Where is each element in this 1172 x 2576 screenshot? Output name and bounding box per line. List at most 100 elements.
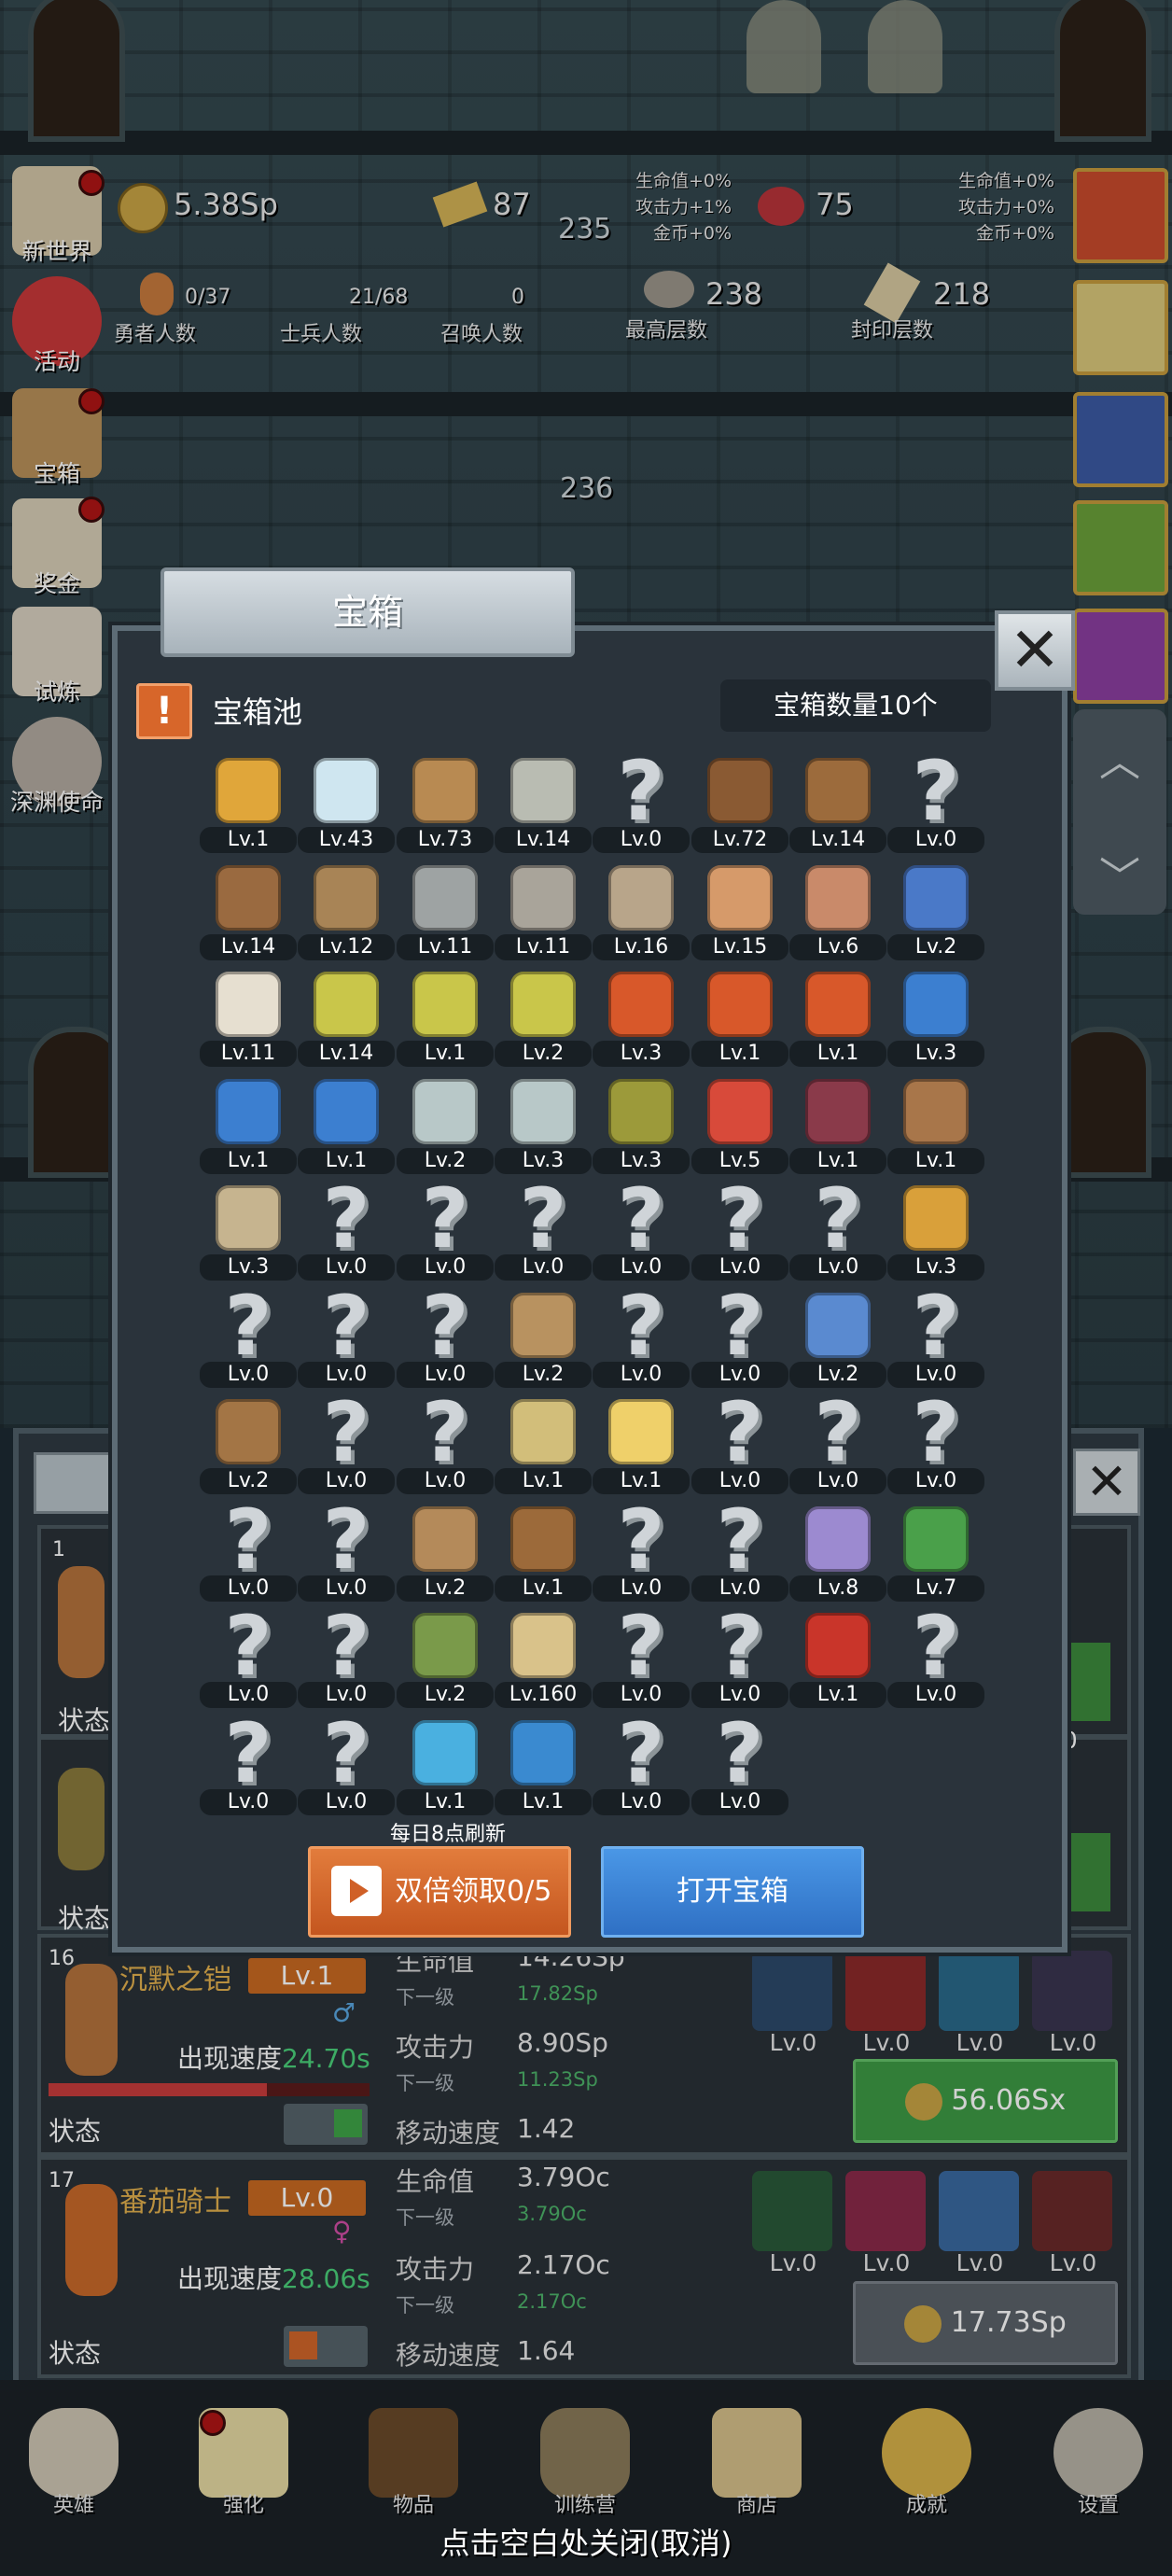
chest-item-unknown[interactable]: ? Lv.0 xyxy=(593,1499,690,1607)
chest-item-great-helm[interactable]: Lv.16 xyxy=(593,860,690,966)
item-level: Lv.0 xyxy=(200,1362,297,1388)
crystal-ball-icon xyxy=(412,1720,478,1785)
item-level: Lv.14 xyxy=(298,1041,395,1067)
double-claim-button[interactable]: 双倍领取0/5 xyxy=(308,1846,571,1938)
empty-bottle-icon xyxy=(510,1079,576,1144)
chest-item-flour[interactable]: Lv.11 xyxy=(200,966,297,1072)
item-level: Lv.15 xyxy=(691,934,788,960)
chest-item-unknown[interactable]: ? Lv.0 xyxy=(887,1392,984,1500)
chest-item-bow[interactable]: Lv.2 xyxy=(397,1501,494,1607)
item-level: Lv.0 xyxy=(691,1468,788,1494)
chest-item-hammer[interactable]: Lv.11 xyxy=(495,860,592,966)
chest-item-red-book[interactable]: Lv.1 xyxy=(789,1607,886,1714)
chest-item-empty-bottle[interactable]: Lv.3 xyxy=(495,1073,592,1180)
chest-item-crown[interactable]: Lv.1 xyxy=(200,752,297,859)
chest-item-beer-mug[interactable]: Lv.160 xyxy=(495,1607,592,1714)
chest-item-steak[interactable]: Lv.6 xyxy=(789,860,886,966)
item-level: Lv.73 xyxy=(397,827,494,853)
chest-item-red-potion[interactable]: Lv.3 xyxy=(593,966,690,1072)
chest-item-unknown[interactable]: ? Lv.0 xyxy=(298,1178,395,1286)
chest-item-yellow-potion[interactable]: Lv.2 xyxy=(495,966,592,1072)
chest-item-unknown[interactable]: ? Lv.0 xyxy=(397,1392,494,1500)
chest-item-unknown[interactable]: ? Lv.0 xyxy=(789,1178,886,1286)
chest-item-unknown[interactable]: ? Lv.0 xyxy=(593,1713,690,1821)
item-level: Lv.1 xyxy=(789,1682,886,1708)
crown-icon xyxy=(216,758,281,823)
item-level: Lv.0 xyxy=(593,1789,690,1815)
chest-item-unknown[interactable]: ? Lv.0 xyxy=(200,1499,297,1607)
chest-item-unknown[interactable]: ? Lv.0 xyxy=(691,1178,788,1286)
chest-item-backpack[interactable]: Lv.14 xyxy=(789,752,886,859)
chest-item-leather-bag[interactable]: Lv.2 xyxy=(200,1393,297,1500)
chest-item-quiver[interactable]: Lv.1 xyxy=(495,1501,592,1607)
open-chest-button[interactable]: 打开宝箱 xyxy=(601,1846,864,1938)
chest-item-emerald-shield[interactable]: Lv.7 xyxy=(887,1501,984,1607)
chest-item-unknown[interactable]: ? Lv.0 xyxy=(495,1170,592,1286)
hammer-icon xyxy=(510,865,576,931)
chest-item-red-potion[interactable]: Lv.1 xyxy=(691,966,788,1072)
chest-item-unknown[interactable]: ? Lv.0 xyxy=(200,1713,297,1821)
close-hint[interactable]: 点击空白处关闭(取消) xyxy=(0,2520,1172,2563)
chest-item-unknown[interactable]: ? Lv.0 xyxy=(298,1499,395,1607)
chest-item-unknown[interactable]: ? Lv.0 xyxy=(789,1392,886,1500)
chest-item-unknown[interactable]: ? Lv.0 xyxy=(887,1285,984,1393)
chest-item-unknown[interactable]: ? Lv.0 xyxy=(200,1285,297,1393)
question-mark-icon: ? xyxy=(519,1170,567,1267)
chest-item-yellow-potion[interactable]: Lv.1 xyxy=(397,966,494,1072)
chest-item-cheese[interactable]: Lv.1 xyxy=(593,1393,690,1500)
chest-item-blue-potion[interactable]: Lv.1 xyxy=(298,1073,395,1180)
item-level: Lv.43 xyxy=(298,827,395,853)
chest-item-straw-broom[interactable]: Lv.1 xyxy=(495,1393,592,1500)
chest-item-iron-sword[interactable]: Lv.14 xyxy=(495,752,592,859)
chest-item-unknown[interactable]: ? Lv.0 xyxy=(298,1713,395,1821)
chest-item-torch[interactable]: Lv.3 xyxy=(887,1180,984,1286)
chest-item-unknown[interactable]: ? Lv.0 xyxy=(298,1285,395,1393)
chest-item-leather-armor[interactable]: Lv.72 xyxy=(691,752,788,859)
chest-item-olive-bottle[interactable]: Lv.3 xyxy=(593,1073,690,1180)
chest-item-unknown[interactable]: ? Lv.0 xyxy=(397,1178,494,1286)
chest-item-unknown[interactable]: ? Lv.0 xyxy=(200,1605,297,1714)
money-bag-icon xyxy=(903,865,969,931)
item-level: Lv.2 xyxy=(495,1362,592,1388)
chest-item-diamond[interactable]: Lv.43 xyxy=(298,752,395,859)
chest-item-dagger[interactable]: Lv.12 xyxy=(298,860,395,966)
chest-item-unknown[interactable]: ? Lv.0 xyxy=(691,1605,788,1714)
chest-item-empty-bottle[interactable]: Lv.2 xyxy=(397,1073,494,1180)
chest-item-wooden-staff[interactable]: Lv.2 xyxy=(495,1287,592,1393)
chest-item-yellow-potion[interactable]: Lv.14 xyxy=(298,966,395,1072)
chest-item-unknown[interactable]: ? Lv.0 xyxy=(691,1392,788,1500)
chest-item-crystal-ball[interactable]: Lv.1 xyxy=(397,1715,494,1821)
chest-item-green-wand[interactable]: Lv.2 xyxy=(397,1607,494,1714)
chest-item-unknown[interactable]: ? Lv.0 xyxy=(593,1285,690,1393)
refresh-note: 每日8点刷新 xyxy=(390,1823,506,1846)
chest-item-ham[interactable]: Lv.15 xyxy=(691,860,788,966)
chest-item-gem-ring[interactable]: Lv.8 xyxy=(789,1501,886,1607)
chest-item-magic-staff[interactable]: Lv.2 xyxy=(789,1287,886,1393)
chest-item-unknown[interactable]: ? Lv.0 xyxy=(593,750,690,859)
chest-item-money-bag[interactable]: Lv.2 xyxy=(887,860,984,966)
chest-item-unknown[interactable]: ? Lv.0 xyxy=(298,1605,395,1714)
dagger-icon xyxy=(314,865,379,931)
chest-item-unknown[interactable]: ? Lv.0 xyxy=(691,1499,788,1607)
chest-item-blue-rune[interactable]: Lv.1 xyxy=(495,1715,592,1821)
chest-item-unknown[interactable]: ? Lv.0 xyxy=(887,1605,984,1714)
chest-item-unknown[interactable]: ? Lv.0 xyxy=(397,1285,494,1393)
chest-item-blue-potion[interactable]: Lv.1 xyxy=(200,1073,297,1180)
chest-item-unknown[interactable]: ? Lv.0 xyxy=(593,1605,690,1714)
chest-item-unknown[interactable]: ? Lv.0 xyxy=(298,1392,395,1500)
close-button[interactable]: ✕ xyxy=(995,610,1075,691)
item-level: Lv.0 xyxy=(691,1789,788,1815)
chest-item-wood-sword[interactable]: Lv.73 xyxy=(397,752,494,859)
chest-item-boot[interactable]: Lv.1 xyxy=(887,1073,984,1180)
chest-item-unknown[interactable]: ? Lv.0 xyxy=(691,1713,788,1821)
chest-item-unknown[interactable]: ? Lv.0 xyxy=(593,1178,690,1286)
chest-item-winged-boot[interactable]: Lv.1 xyxy=(789,1073,886,1180)
chest-item-unknown[interactable]: ? Lv.0 xyxy=(691,1285,788,1393)
chest-item-cloth-shoe[interactable]: Lv.3 xyxy=(200,1180,297,1286)
chest-item-leather-helmet[interactable]: Lv.14 xyxy=(200,860,297,966)
chest-item-red-vial[interactable]: Lv.5 xyxy=(691,1073,788,1180)
chest-item-blue-potion[interactable]: Lv.3 xyxy=(887,966,984,1072)
chest-item-knight-helmet[interactable]: Lv.11 xyxy=(397,860,494,966)
chest-item-red-potion[interactable]: Lv.1 xyxy=(789,966,886,1072)
chest-item-unknown[interactable]: ? Lv.0 xyxy=(887,750,984,859)
